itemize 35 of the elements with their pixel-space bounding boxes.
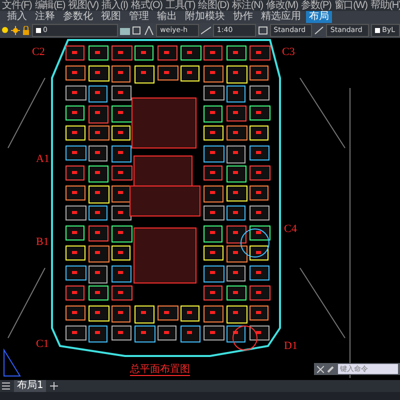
zone-label: B1 — [36, 236, 49, 248]
menu-item[interactable]: 修改(M) — [266, 0, 298, 11]
ribbon-tab[interactable]: 精选应用 — [258, 11, 304, 23]
lock-icon[interactable] — [22, 26, 30, 35]
multileader-icon[interactable] — [314, 26, 324, 35]
close-icon[interactable] — [317, 366, 324, 372]
ribbon-tab[interactable]: 插入 — [4, 11, 30, 23]
menu-item[interactable]: 视图(V) — [68, 0, 98, 11]
ribbon-tab[interactable]: 管理 — [126, 11, 152, 23]
menu-icon[interactable] — [2, 382, 10, 390]
table-icon[interactable] — [258, 26, 268, 35]
dimension-icon[interactable] — [200, 26, 211, 35]
ribbon-tab[interactable]: 输出 — [154, 11, 180, 23]
menu-item[interactable]: 插入(I) — [101, 0, 128, 11]
zone-label: C3 — [282, 46, 295, 58]
drawing-title: 总平面布置图 — [130, 364, 190, 376]
menu-item[interactable]: 参数(P) — [300, 0, 332, 11]
zone-label: C1 — [36, 338, 49, 350]
menu-item[interactable]: 格式(O) — [130, 0, 162, 11]
zone-label: D1 — [284, 340, 298, 352]
ribbon-tab[interactable]: 附加模块 — [182, 11, 228, 23]
ribbon-tab[interactable]: 参数化 — [60, 11, 96, 23]
menu-item[interactable]: 编辑(E) — [34, 0, 66, 11]
zone-label: C4 — [284, 223, 297, 235]
ribbon-tab[interactable]: 协作 — [230, 11, 256, 23]
ribbon-tab[interactable]: 注释 — [32, 11, 58, 23]
zone-label: C2 — [32, 46, 45, 58]
ribbon-tab[interactable]: 视图 — [98, 11, 124, 23]
menu-item[interactable]: 绘图(D) — [198, 0, 230, 11]
ribbon-tab[interactable]: 布局 — [306, 11, 332, 23]
layout-tab[interactable]: 布局1 — [14, 380, 46, 392]
sun-icon[interactable] — [11, 26, 20, 35]
zone-label: A1 — [36, 153, 50, 165]
add-icon[interactable] — [50, 382, 58, 390]
menu-item[interactable]: 工具(T) — [165, 0, 196, 11]
